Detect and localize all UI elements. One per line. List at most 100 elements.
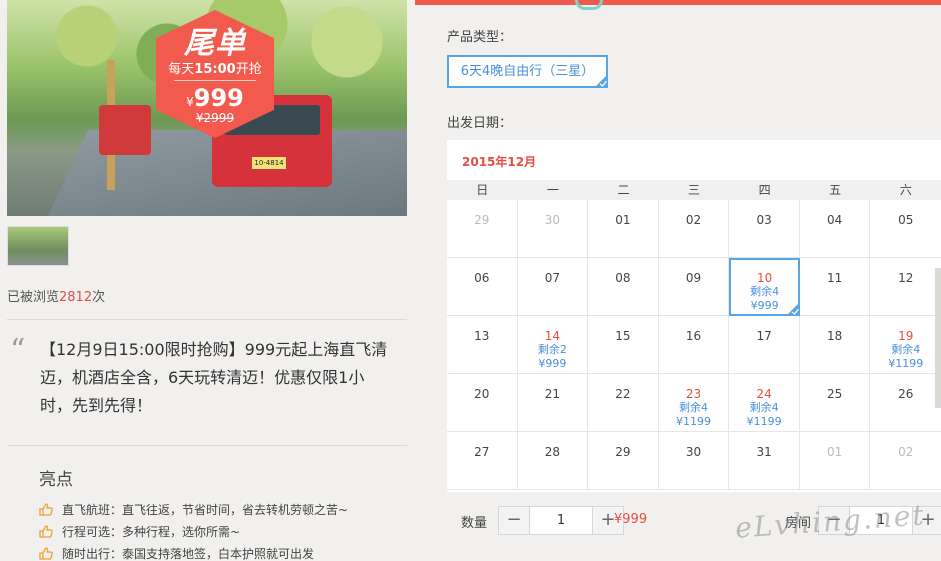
last-minute-badge: 尾单 每天15:00开抢 ¥999 ¥2999 bbox=[156, 10, 274, 138]
calendar-day[interactable]: 30 bbox=[658, 432, 730, 490]
day-number: 29 bbox=[474, 213, 490, 227]
calendar-day[interactable]: 13 bbox=[447, 316, 518, 374]
watermark: eLvhing.net bbox=[734, 498, 927, 545]
calendar-day[interactable]: 07 bbox=[517, 258, 589, 316]
calendar-day-selected[interactable]: 10 剩余4 ¥999 bbox=[729, 258, 800, 316]
calendar-day[interactable]: 23 剩余4 ¥1199 bbox=[658, 374, 730, 432]
calendar-day[interactable]: 22 bbox=[588, 374, 659, 432]
day-number: 09 bbox=[685, 271, 702, 285]
day-number: 16 bbox=[685, 329, 702, 343]
calendar-day[interactable]: 08 bbox=[588, 258, 659, 316]
calendar-day[interactable]: 17 bbox=[729, 316, 800, 374]
highlight-item: 随时出行：泰国支持落地签，白本护照就可出发 bbox=[39, 545, 314, 561]
calendar-day[interactable]: 24 剩余4 ¥1199 bbox=[729, 374, 800, 432]
calendar-day[interactable]: 02 bbox=[870, 432, 941, 490]
day-price: ¥1199 bbox=[746, 415, 782, 428]
calendar-day[interactable]: 12 bbox=[870, 258, 941, 316]
divider bbox=[7, 319, 407, 320]
day-number: 02 bbox=[685, 213, 702, 227]
selected-check-icon bbox=[785, 302, 800, 316]
quote-icon: “ bbox=[10, 333, 26, 368]
departure-date-label: 出发日期： bbox=[447, 116, 513, 131]
calendar-week-row: 27 28 29 30 31 01 02 bbox=[447, 432, 941, 490]
weekday: 日 bbox=[476, 183, 489, 197]
calendar-grid: 29 30 01 02 03 04 05 06 07 08 09 10 剩余4 ¥999 11 12 13 14 剩… bbox=[447, 200, 941, 490]
promo-description: 【12月9日15:00限时抢购】999元起上海直飞清迈，机酒店全含，6天玩转清迈… bbox=[40, 340, 388, 415]
calendar-day[interactable]: 25 bbox=[799, 374, 871, 432]
day-number: 10 bbox=[756, 271, 773, 285]
thumbs-up-icon bbox=[39, 503, 53, 516]
calendar-day[interactable]: 19 剩余4 ¥1199 bbox=[870, 316, 941, 374]
calendar-day[interactable]: 29 bbox=[447, 200, 518, 258]
day-number: 18 bbox=[827, 329, 843, 343]
weekday: 五 bbox=[829, 183, 842, 197]
calendar-day[interactable]: 29 bbox=[588, 432, 659, 490]
weekday: 三 bbox=[688, 183, 701, 197]
highlight-item: 直飞航班：直飞往返，节省时间，省去转机劳顿之苦~ bbox=[39, 501, 348, 518]
calendar-day[interactable]: 04 bbox=[799, 200, 871, 258]
day-number: 29 bbox=[615, 445, 631, 459]
badge-time: 每天15:00开抢 bbox=[168, 62, 262, 77]
highlights-title: 亮点 bbox=[39, 470, 73, 490]
day-number: 26 bbox=[898, 387, 914, 401]
day-number: 25 bbox=[827, 387, 843, 401]
badge-price: ¥999 bbox=[186, 84, 244, 112]
calendar-week-row: 06 07 08 09 10 剩余4 ¥999 11 12 bbox=[447, 258, 941, 316]
day-number: 21 bbox=[544, 387, 560, 401]
weekday: 四 bbox=[758, 183, 771, 197]
calendar-day[interactable]: 06 bbox=[447, 258, 518, 316]
calendar-day[interactable]: 27 bbox=[447, 432, 518, 490]
calendar-day[interactable]: 18 bbox=[799, 316, 871, 374]
day-number: 05 bbox=[898, 213, 914, 227]
weekday: 一 bbox=[546, 183, 559, 197]
day-number: 22 bbox=[615, 387, 631, 401]
badge-old-price: ¥2999 bbox=[195, 111, 235, 125]
calendar-day[interactable]: 26 bbox=[870, 374, 941, 432]
day-number: 06 bbox=[474, 271, 490, 285]
calendar-day[interactable]: 21 bbox=[517, 374, 589, 432]
day-price: ¥1199 bbox=[888, 357, 924, 370]
day-number: 13 bbox=[474, 329, 490, 343]
scrollbar[interactable] bbox=[935, 268, 941, 408]
quantity-price: ¥999 bbox=[614, 512, 648, 527]
calendar-day[interactable]: 03 bbox=[729, 200, 800, 258]
quantity-input[interactable]: 1 bbox=[529, 507, 593, 534]
banner-decoration bbox=[575, 0, 603, 10]
day-number: 03 bbox=[756, 213, 772, 227]
calendar-day[interactable]: 16 bbox=[658, 316, 730, 374]
day-number: 15 bbox=[615, 329, 631, 343]
day-number: 12 bbox=[898, 271, 914, 285]
day-number: 01 bbox=[615, 213, 631, 227]
day-number: 30 bbox=[685, 445, 702, 459]
calendar-day[interactable]: 28 bbox=[517, 432, 589, 490]
day-number: 24 bbox=[756, 387, 772, 401]
calendar-day[interactable]: 30 bbox=[517, 200, 589, 258]
day-number: 27 bbox=[474, 445, 490, 459]
day-number: 08 bbox=[615, 271, 631, 285]
selected-check-icon bbox=[594, 74, 608, 88]
calendar-day[interactable]: 01 bbox=[588, 200, 659, 258]
calendar-day[interactable]: 15 bbox=[588, 316, 659, 374]
calendar-day[interactable]: 14 剩余2 ¥999 bbox=[517, 316, 589, 374]
gallery-thumbnail[interactable] bbox=[7, 226, 69, 266]
calendar-day[interactable]: 02 bbox=[658, 200, 730, 258]
calendar-day[interactable]: 11 bbox=[799, 258, 871, 316]
quantity-minus-button[interactable]: − bbox=[499, 507, 529, 534]
day-number: 14 bbox=[544, 329, 560, 343]
calendar-month: 2015年12月 bbox=[462, 155, 537, 169]
day-number: 28 bbox=[544, 445, 560, 459]
calendar-day[interactable]: 01 bbox=[799, 432, 871, 490]
product-type-option[interactable]: 6天4晚自由行（三星） bbox=[447, 55, 608, 88]
calendar-day[interactable]: 20 bbox=[447, 374, 518, 432]
calendar-day[interactable]: 31 bbox=[729, 432, 800, 490]
departure-calendar: 2015年12月 日 一 二 三 四 五 六 29 30 01 02 03 04 05 06 0… bbox=[447, 140, 941, 492]
weekday: 二 bbox=[617, 183, 630, 197]
calendar-day[interactable]: 09 bbox=[658, 258, 730, 316]
day-stock: 剩余2 bbox=[537, 343, 567, 356]
weekday: 六 bbox=[899, 183, 912, 197]
calendar-day[interactable]: 05 bbox=[870, 200, 941, 258]
hero-image[interactable]: 10-4814 尾单 每天15:00开抢 ¥999 ¥2999 bbox=[7, 0, 407, 216]
highlight-item: 行程可选：多种行程，选你所需~ bbox=[39, 523, 240, 540]
product-type-label: 产品类型： bbox=[447, 30, 513, 45]
day-number: 04 bbox=[827, 213, 843, 227]
